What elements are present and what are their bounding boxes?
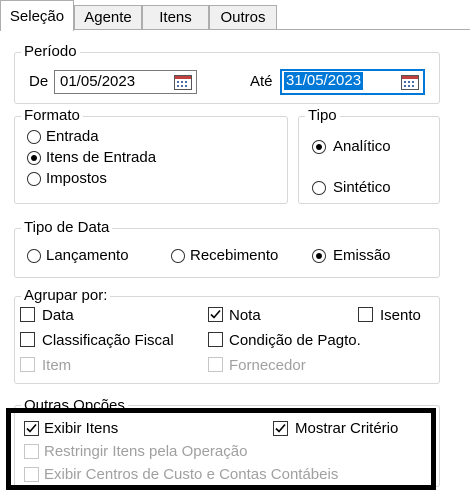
radio-label: Impostos [46,170,107,187]
checkbox-label: Data [42,307,74,324]
checkbox-label: Condição de Pagto. [229,332,361,349]
tab-label: Agente [84,9,132,26]
check-icon [275,423,286,433]
checkbox [24,467,39,482]
radio-label: Sintético [333,179,391,196]
tab-label: Seleção [9,7,65,25]
checkbox [208,357,223,372]
checkbox-label: Nota [229,307,261,324]
checkbox[interactable] [20,307,35,322]
tab-agente[interactable]: Agente [74,5,142,29]
de-date-value: 01/05/2023 [60,73,136,90]
radio-label: Recebimento [190,247,279,264]
radio-label: Emissão [333,247,391,264]
tab-strip: Seleção Agente Itens Outros [0,0,470,31]
radio-button[interactable] [27,151,41,165]
checkbox-label: Exibir Centros de Custo e Contas Contábe… [44,466,339,483]
radio-button[interactable] [312,181,326,195]
tab-itens[interactable]: Itens [142,5,209,29]
tab-selecao[interactable]: Seleção [0,0,74,31]
checkbox-label: Restringir Itens pela Operação [44,443,248,460]
ate-date-value: 31/05/2023 [284,72,364,90]
tipo-data-legend: Tipo de Data [21,219,113,237]
checkbox[interactable] [358,307,373,322]
ate-date-field[interactable]: 31/05/2023 [280,69,425,95]
checkbox[interactable] [20,332,35,347]
check-icon [210,309,221,319]
checkbox-label: Classificação Fiscal [42,332,174,349]
tab-label: Outros [220,9,266,26]
ate-label: Até [250,73,273,90]
de-date-field[interactable]: 01/05/2023 [54,70,197,94]
radio-label: Analítico [333,138,391,155]
formato-legend: Formato [21,107,83,125]
radio-label: Itens de Entrada [46,149,157,166]
radio-button[interactable] [312,249,326,263]
checkbox[interactable] [273,421,288,436]
checkbox [24,444,39,459]
periodo-legend: Período [21,43,80,61]
checkbox-label: Exibir Itens [44,420,119,437]
de-label: De [29,73,49,90]
check-icon [26,423,37,433]
checkbox-label: Fornecedor [229,357,306,374]
radio-button[interactable] [27,130,41,144]
calendar-icon[interactable] [172,73,194,91]
checkbox[interactable] [24,421,39,436]
radio-label: Entrada [46,128,99,145]
radio-button[interactable] [27,172,41,186]
checkbox-label: Isento [380,307,421,324]
radio-button[interactable] [27,249,41,263]
outras-opcoes-legend: Outras Opções [21,397,128,415]
calendar-icon[interactable] [399,73,421,91]
agrupar-legend: Agrupar por: [21,287,111,305]
radio-button[interactable] [312,140,326,154]
checkbox-label: Mostrar Critério [295,420,399,437]
radio-label: Lançamento [46,247,129,264]
tipo-legend: Tipo [305,107,340,125]
checkbox[interactable] [208,332,223,347]
tab-outros[interactable]: Outros [209,5,277,29]
checkbox [20,357,35,372]
radio-button[interactable] [171,249,185,263]
checkbox[interactable] [208,307,223,322]
tab-label: Itens [159,9,192,26]
checkbox-label: Item [42,357,72,374]
